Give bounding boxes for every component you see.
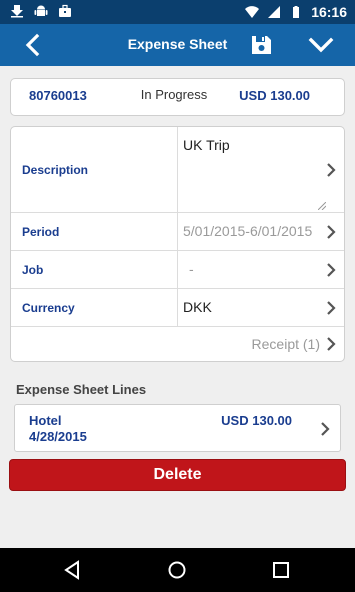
system-nav-bar <box>0 548 355 592</box>
section-title: Expense Sheet Lines <box>16 382 147 397</box>
currency-label: Currency <box>22 301 75 315</box>
status-bar: 16:16 <box>0 0 355 24</box>
wifi-icon <box>245 6 260 18</box>
line-amount: USD 130.00 <box>221 413 292 428</box>
chevron-right-icon <box>327 301 336 315</box>
save-icon[interactable] <box>248 32 274 58</box>
chevron-right-icon <box>327 225 336 239</box>
description-label: Description <box>22 163 89 177</box>
download-icon <box>11 5 23 18</box>
expense-sheet-number: 80760013 <box>29 88 87 103</box>
status-bar-left <box>10 4 72 18</box>
chevron-right-icon <box>327 263 336 277</box>
list-item[interactable]: Hotel 4/28/2015 USD 130.00 <box>14 404 341 452</box>
delete-button[interactable]: Delete <box>9 459 346 491</box>
description-row[interactable]: Description UK Trip <box>11 127 344 213</box>
status-bar-right: 16:16 <box>245 3 347 21</box>
period-row[interactable]: Period 5/01/2015-6/01/2015 <box>11 213 344 251</box>
period-label: Period <box>22 225 60 239</box>
back-icon[interactable] <box>62 559 84 581</box>
status-time: 16:16 <box>311 4 347 20</box>
line-date: 4/28/2015 <box>29 429 87 444</box>
chevron-right-icon <box>327 163 336 177</box>
expense-form: Description UK Trip Period 5/01/2015-6/0… <box>10 126 345 362</box>
expense-status: In Progress <box>140 87 208 102</box>
job-label: Job <box>22 263 44 277</box>
briefcase-icon <box>59 4 71 17</box>
line-name: Hotel <box>29 413 62 428</box>
cell-signal-icon <box>268 6 281 18</box>
divider <box>177 127 178 212</box>
currency-value: DKK <box>183 299 212 315</box>
receipt-label: Receipt (1) <box>251 336 320 352</box>
android-icon <box>34 5 48 16</box>
home-icon[interactable] <box>166 559 188 581</box>
resize-handle-icon[interactable] <box>318 202 326 210</box>
divider <box>177 289 178 326</box>
divider <box>177 251 178 288</box>
recents-icon[interactable] <box>270 559 292 581</box>
chevron-right-icon <box>321 422 330 436</box>
divider <box>177 213 178 250</box>
app-bar: Expense Sheet <box>0 24 355 66</box>
currency-row[interactable]: Currency DKK <box>11 289 344 327</box>
period-value: 5/01/2015-6/01/2015 <box>183 223 313 239</box>
expense-total-amount: USD 130.00 <box>239 88 310 103</box>
battery-icon <box>293 6 300 18</box>
page-title: Expense Sheet <box>127 36 228 52</box>
receipt-row[interactable]: Receipt (1) <box>11 327 344 361</box>
expense-summary-card: 80760013 In Progress USD 130.00 <box>10 78 345 116</box>
job-value: - <box>189 261 194 277</box>
chevron-down-icon[interactable] <box>306 32 336 58</box>
job-row[interactable]: Job - <box>11 251 344 289</box>
chevron-right-icon <box>327 337 336 351</box>
description-field[interactable]: UK Trip <box>183 137 230 153</box>
